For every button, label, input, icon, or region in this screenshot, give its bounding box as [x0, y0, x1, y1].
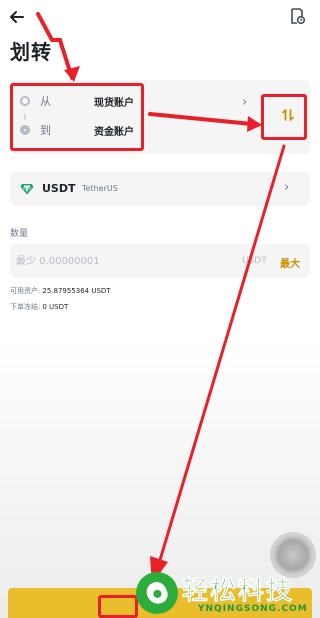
watermark-subtitle: YNQINGSONG.COM — [198, 604, 308, 614]
coin-selector[interactable]: USDT TetherUS › — [10, 172, 310, 206]
amount-label: 数量 — [10, 229, 29, 239]
annotation-box-accounts — [10, 83, 144, 151]
page-title: 划转 — [10, 40, 52, 64]
amount-unit: USDT — [242, 256, 267, 266]
coin-full-name: TetherUS — [82, 184, 118, 193]
amount-field: USDT 最大 — [10, 244, 310, 278]
watermark: 轻松科技 YNQINGSONG.COM — [136, 568, 320, 618]
amount-input[interactable] — [16, 252, 216, 270]
tether-icon — [20, 184, 34, 195]
transfer-history-icon — [291, 8, 306, 25]
frozen-balance: 下单冻结: 0 USDT — [10, 302, 68, 312]
chevron-right-icon[interactable]: › — [242, 95, 247, 110]
available-value: 25.87955364 USDT — [42, 287, 111, 295]
frozen-label: 下单冻结: — [10, 303, 41, 311]
frozen-value: 0 USDT — [42, 303, 69, 311]
available-balance: 可用资产: 25.87955364 USDT — [10, 286, 111, 296]
transfer-history-button[interactable] — [288, 7, 306, 25]
arrow-left-icon — [10, 11, 24, 23]
annotation-box-swap — [261, 94, 307, 140]
watermark-title: 轻松科技 — [182, 576, 295, 607]
max-button[interactable]: 最大 — [280, 255, 300, 270]
back-button[interactable] — [6, 6, 28, 28]
available-label: 可用资产: — [10, 287, 41, 295]
watermark-logo-icon — [136, 572, 178, 614]
coin-symbol: USDT — [42, 182, 76, 195]
annotation-box-confirm — [98, 595, 138, 618]
chevron-right-icon: › — [284, 180, 290, 195]
